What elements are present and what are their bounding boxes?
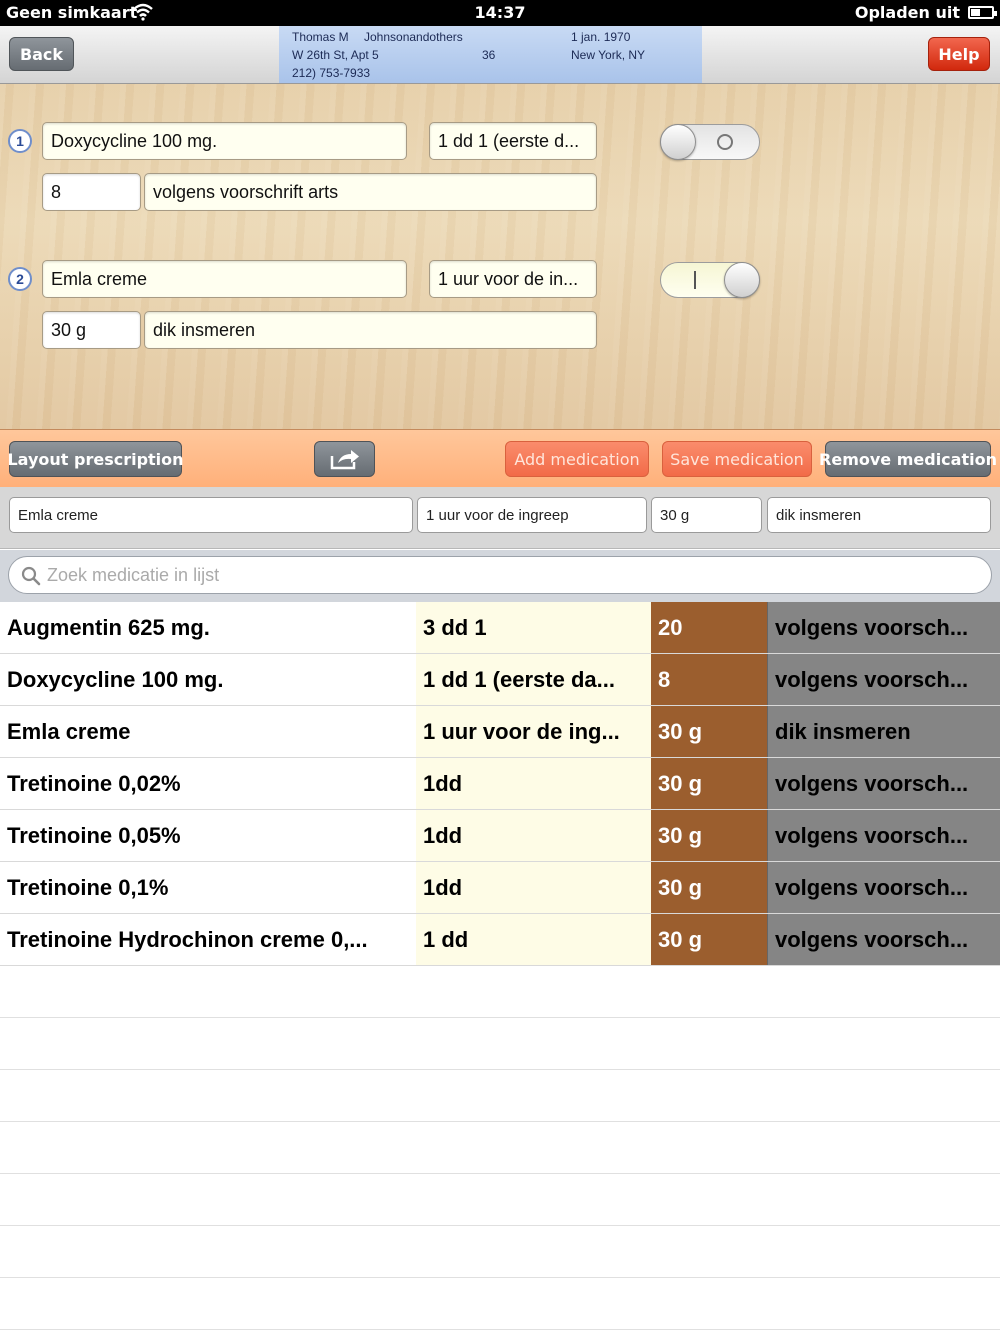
battery-icon	[968, 6, 997, 19]
medication-row[interactable]: Tretinoine 0,02% 1dd 30 g volgens voorsch..…	[0, 758, 1000, 810]
medication-name: Emla creme	[0, 706, 416, 757]
medication-instructions: volgens voorsch...	[767, 602, 1000, 653]
empty-row	[0, 1018, 1000, 1070]
prescription-dosage-field[interactable]: 1 uur voor de in...	[429, 260, 597, 298]
prescription-quantity-field[interactable]: 8	[42, 173, 141, 211]
prescription-item-number: 1	[8, 129, 32, 153]
search-icon	[21, 566, 41, 586]
add-medication-button[interactable]: Add medication	[505, 441, 649, 477]
empty-row	[0, 1122, 1000, 1174]
medication-dosage: 3 dd 1	[416, 602, 651, 653]
medication-quantity: 8	[651, 654, 767, 705]
share-icon	[330, 450, 359, 470]
medication-row[interactable]: Tretinoine Hydrochinon creme 0,... 1 dd 30…	[0, 914, 1000, 966]
empty-row	[0, 966, 1000, 1018]
medication-quantity: 30 g	[651, 810, 767, 861]
medication-quantity: 30 g	[651, 758, 767, 809]
edit-name-input[interactable]: Emla creme	[9, 497, 413, 533]
prescription-area: 1 Doxycycline 100 mg. 1 dd 1 (eerste d..…	[0, 84, 1000, 429]
medication-row[interactable]: Augmentin 625 mg. 3 dd 1 20 volgens voorsch…	[0, 602, 1000, 654]
patient-age: 36	[482, 48, 496, 62]
medication-instructions: volgens voorsch...	[767, 758, 1000, 809]
search-input[interactable]: Zoek medicatie in lijst	[8, 556, 992, 594]
medication-dosage: 1dd	[416, 810, 651, 861]
medication-list: Augmentin 625 mg. 3 dd 1 20 volgens voorsch…	[0, 602, 1000, 1330]
patient-first-name: Thomas M	[292, 30, 349, 44]
medication-row[interactable]: Doxycycline 100 mg. 1 dd 1 (eerste da... 8…	[0, 654, 1000, 706]
edit-dosage-input[interactable]: 1 uur voor de ingreep	[417, 497, 647, 533]
prescription-instructions-field[interactable]: volgens voorschrift arts	[144, 173, 597, 211]
share-button[interactable]	[314, 441, 375, 477]
patient-birth-date: 1 jan. 1970	[571, 30, 631, 44]
patient-street: W 26th St, Apt 5	[292, 48, 379, 62]
empty-row	[0, 1226, 1000, 1278]
prescription-name-field[interactable]: Emla creme	[42, 260, 407, 298]
medication-quantity: 20	[651, 602, 767, 653]
medication-name: Tretinoine 0,1%	[0, 862, 416, 913]
medication-quantity: 30 g	[651, 914, 767, 965]
layout-prescription-button[interactable]: Layout prescription	[7, 441, 184, 477]
medication-name: Tretinoine 0,05%	[0, 810, 416, 861]
patient-last-name: Johnsonandothers	[364, 30, 463, 44]
medication-row[interactable]: Tretinoine 0,1% 1dd 30 g volgens voorsch...	[0, 862, 1000, 914]
medication-dosage: 1dd	[416, 758, 651, 809]
medication-instructions: volgens voorsch...	[767, 862, 1000, 913]
medication-dosage: 1dd	[416, 862, 651, 913]
edit-instructions-input[interactable]: dik insmeren	[767, 497, 991, 533]
status-bar: Geen simkaart 14:37 Opladen uit	[0, 0, 1000, 26]
medication-name: Tretinoine 0,02%	[0, 758, 416, 809]
patient-city: New York, NY	[571, 48, 646, 62]
medication-dosage: 1 uur voor de ing...	[416, 706, 651, 757]
patient-phone: 212) 753-7933	[292, 66, 371, 80]
medication-quantity: 30 g	[651, 706, 767, 757]
medication-instructions: volgens voorsch...	[767, 810, 1000, 861]
prescription-instructions-field[interactable]: dik insmeren	[144, 311, 597, 349]
prescription-dosage-field[interactable]: 1 dd 1 (eerste d...	[429, 122, 597, 160]
prescription-toggle[interactable]	[660, 262, 760, 298]
prescription-item-number: 2	[8, 267, 32, 291]
medication-quantity: 30 g	[651, 862, 767, 913]
medication-name: Doxycycline 100 mg.	[0, 654, 416, 705]
edit-medication-row: Emla creme 1 uur voor de ingreep 30 g di…	[0, 487, 1000, 549]
medication-name: Tretinoine Hydrochinon creme 0,...	[0, 914, 416, 965]
edit-quantity-input[interactable]: 30 g	[651, 497, 762, 533]
patient-info-panel: Thomas M Johnsonandothers 1 jan. 1970 W …	[279, 26, 702, 83]
clock: 14:37	[474, 3, 526, 22]
prescription-name-field[interactable]: Doxycycline 100 mg.	[42, 122, 407, 160]
search-placeholder: Zoek medicatie in lijst	[47, 564, 220, 585]
back-button[interactable]: Back	[9, 37, 74, 71]
medication-row[interactable]: Tretinoine 0,05% 1dd 30 g volgens voorsch..…	[0, 810, 1000, 862]
medication-dosage: 1 dd 1 (eerste da...	[416, 654, 651, 705]
save-medication-button[interactable]: Save medication	[662, 441, 812, 477]
search-bar: Zoek medicatie in lijst	[0, 550, 1000, 602]
help-button[interactable]: Help	[928, 37, 990, 71]
medication-row[interactable]: Emla creme 1 uur voor de ing... 30 g dik in…	[0, 706, 1000, 758]
medication-instructions: volgens voorsch...	[767, 654, 1000, 705]
charging-label: Opladen uit	[854, 3, 960, 22]
empty-row	[0, 1174, 1000, 1226]
prescription-quantity-field[interactable]: 30 g	[42, 311, 141, 349]
navigation-bar: Back Thomas M Johnsonandothers 1 jan. 19…	[0, 26, 1000, 84]
remove-medication-button[interactable]: Remove medication	[819, 441, 997, 477]
medication-instructions: volgens voorsch...	[767, 914, 1000, 965]
medication-name: Augmentin 625 mg.	[0, 602, 416, 653]
empty-row	[0, 1070, 1000, 1122]
medication-dosage: 1 dd	[416, 914, 651, 965]
medication-instructions: dik insmeren	[767, 706, 1000, 757]
action-bar: Layout prescription Add medication Save …	[0, 429, 1000, 487]
empty-row	[0, 1278, 1000, 1330]
prescription-toggle[interactable]	[660, 124, 760, 160]
